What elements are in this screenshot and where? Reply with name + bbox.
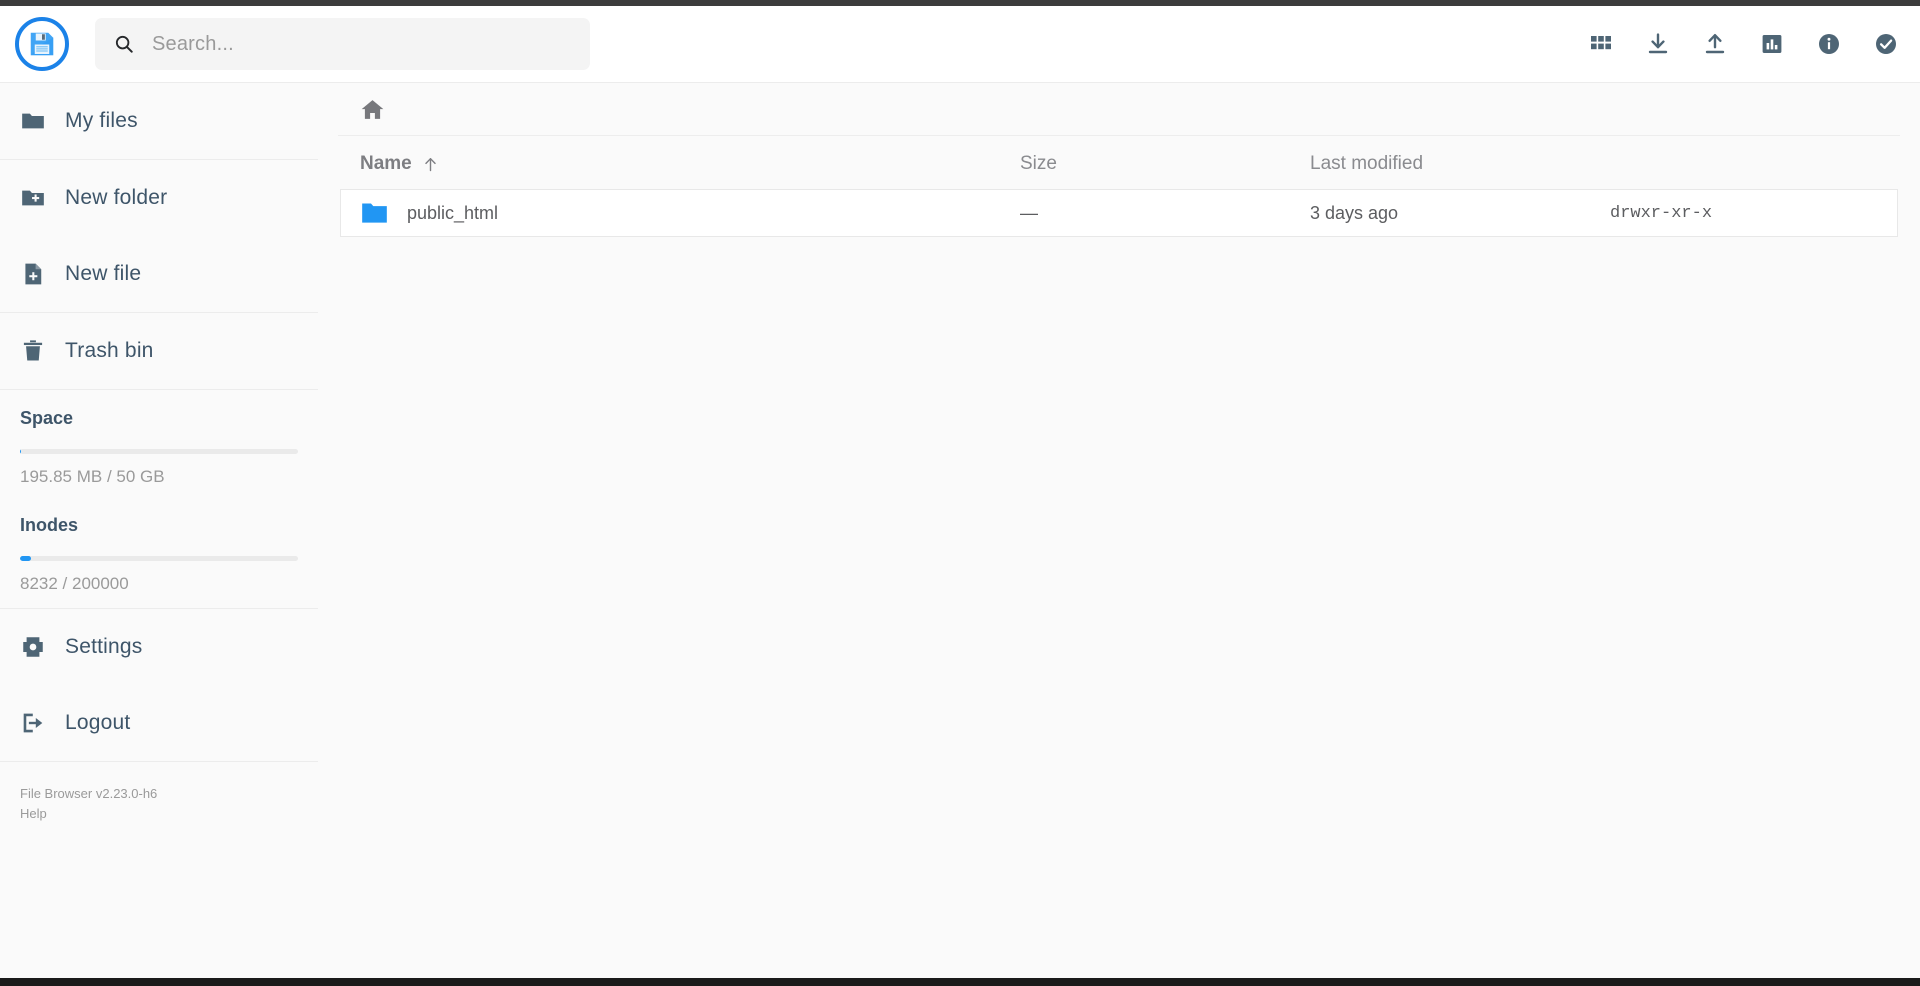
sidebar-item-label: New folder (65, 186, 167, 210)
header-action-bar (1589, 32, 1898, 56)
window-chrome-top (0, 0, 1920, 6)
table-header-row: Name Size Last modified (318, 139, 1920, 189)
column-header-size-label: Size (1020, 153, 1057, 175)
sidebar: My files New folder (0, 82, 318, 978)
trash-icon (20, 338, 46, 364)
table-row[interactable]: public_html — 3 days ago drwxr-xr-x (340, 189, 1898, 237)
floppy-disk-logo-icon (27, 29, 57, 59)
breadcrumb (338, 83, 1900, 136)
folder-plus-icon (20, 185, 46, 211)
check-circle-icon[interactable] (1874, 32, 1898, 56)
sidebar-footer: File Browser v2.23.0-h6 Help (0, 762, 318, 846)
column-header-size[interactable]: Size (1020, 153, 1310, 175)
sidebar-item-trash-bin[interactable]: Trash bin (0, 313, 318, 389)
top-header: Search... (0, 6, 1920, 82)
inodes-usage-text: 8232 / 200000 (20, 574, 298, 594)
inodes-progress-bar (20, 556, 298, 561)
app-logo[interactable] (15, 17, 69, 71)
space-title: Space (20, 408, 298, 429)
inodes-title: Inodes (20, 515, 298, 536)
window-chrome-bottom (0, 978, 1920, 986)
folder-icon (361, 202, 388, 224)
column-header-name[interactable]: Name (360, 153, 1020, 175)
sidebar-item-new-file[interactable]: New file (0, 236, 318, 312)
sidebar-item-label: New file (65, 262, 141, 286)
sidebar-item-label: My files (65, 109, 138, 133)
home-icon[interactable] (360, 97, 385, 122)
grid-view-icon[interactable] (1589, 32, 1613, 56)
version-text: File Browser v2.23.0-h6 (20, 784, 298, 804)
upload-icon[interactable] (1703, 32, 1727, 56)
logout-icon (20, 710, 46, 736)
info-icon[interactable] (1817, 32, 1841, 56)
settings-gear-icon (20, 634, 46, 660)
row-cell-size: — (1020, 203, 1310, 224)
sidebar-item-new-folder[interactable]: New folder (0, 160, 318, 236)
search-placeholder-text: Search... (152, 33, 234, 56)
space-progress-bar (20, 449, 298, 454)
sidebar-item-label: Logout (65, 711, 130, 735)
search-icon (113, 33, 135, 55)
main-content: Name Size Last modified (318, 82, 1920, 978)
sidebar-item-label: Settings (65, 635, 142, 659)
search-input[interactable]: Search... (95, 18, 590, 70)
column-header-last-modified-label: Last modified (1310, 153, 1423, 175)
download-icon[interactable] (1646, 32, 1670, 56)
sort-ascending-icon (422, 155, 439, 174)
column-header-name-label: Name (360, 153, 412, 175)
row-cell-permissions: drwxr-xr-x (1610, 204, 1897, 223)
usage-section: Space 195.85 MB / 50 GB Inodes 8232 / 20… (0, 390, 318, 609)
sidebar-item-logout[interactable]: Logout (0, 685, 318, 761)
sidebar-group-create: New folder New file (0, 160, 318, 313)
sidebar-group-trash: Trash bin (0, 313, 318, 390)
sidebar-item-my-files[interactable]: My files (0, 83, 318, 159)
sidebar-item-settings[interactable]: Settings (0, 609, 318, 685)
help-link[interactable]: Help (20, 804, 298, 824)
row-cell-name: public_html (407, 203, 1020, 224)
folder-icon (20, 108, 46, 134)
sidebar-item-label: Trash bin (65, 339, 154, 363)
chart-icon[interactable] (1760, 32, 1784, 56)
sidebar-group-account: Settings Logout (0, 609, 318, 762)
row-cell-last-modified: 3 days ago (1310, 203, 1610, 224)
space-usage-text: 195.85 MB / 50 GB (20, 467, 298, 487)
sidebar-group-files: My files (0, 83, 318, 160)
column-header-last-modified[interactable]: Last modified (1310, 153, 1610, 175)
file-browser-app: Search... (0, 0, 1920, 986)
file-plus-icon (20, 261, 46, 287)
